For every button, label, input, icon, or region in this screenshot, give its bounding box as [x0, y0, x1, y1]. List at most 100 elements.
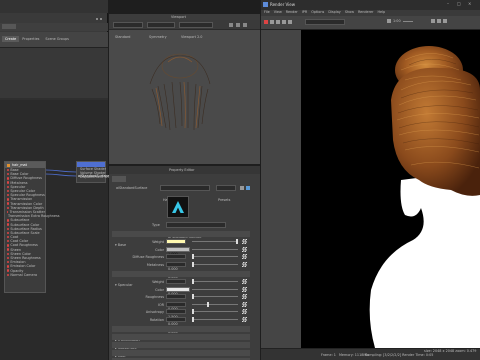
menu-options[interactable]: Options: [311, 10, 324, 14]
type-dropdown[interactable]: ai Standard Surface: [166, 222, 226, 239]
section-base[interactable]: ▾ Base: [112, 231, 250, 247]
dock-icon[interactable]: [96, 18, 98, 20]
tab-scene-groups[interactable]: Scene Groups: [42, 36, 72, 42]
port-connector-icon[interactable]: [6, 227, 9, 230]
one-to-one-icon[interactable]: [443, 19, 447, 23]
map-checker-icon[interactable]: [242, 316, 247, 322]
port-connector-icon[interactable]: [6, 168, 9, 172]
port-connector-icon[interactable]: [6, 244, 9, 247]
sg-port[interactable]: Displacement Shader: [77, 175, 116, 179]
attr-value-field[interactable]: 0.000: [166, 261, 186, 279]
attr-value-field[interactable]: 0.000: [166, 316, 186, 334]
attr-slider[interactable]: [192, 241, 238, 242]
menu-file[interactable]: File: [264, 10, 270, 14]
color-swatch[interactable]: [166, 286, 190, 292]
snapshot-icon[interactable]: [276, 20, 280, 24]
port-connector-icon[interactable]: [6, 231, 9, 235]
map-checker-icon[interactable]: [242, 261, 247, 267]
tab-create[interactable]: Create: [2, 36, 20, 42]
section-sheen[interactable]: ▸ Sheen: [112, 350, 250, 356]
slider-handle[interactable]: [192, 294, 194, 299]
map-checker-icon[interactable]: [242, 301, 247, 307]
attr-value-field[interactable]: 1.500: [166, 301, 186, 319]
port-connector-icon[interactable]: [6, 223, 9, 226]
attr-slider[interactable]: [192, 248, 238, 250]
alpha-icon[interactable]: [437, 19, 441, 23]
attr-value-field[interactable]: 0.000: [166, 294, 186, 311]
port-connector-icon[interactable]: [6, 189, 9, 193]
attr-slider[interactable]: [192, 311, 238, 312]
create-button[interactable]: [2, 24, 16, 29]
menu-help[interactable]: Help: [377, 10, 385, 14]
port-connector-icon[interactable]: [6, 269, 9, 272]
port-connector-icon[interactable]: [6, 177, 9, 180]
section-coat[interactable]: ▸ Coat: [112, 342, 250, 358]
render-icon[interactable]: [264, 20, 268, 24]
slider-handle[interactable]: [192, 254, 194, 259]
rgb-icon[interactable]: [431, 19, 435, 23]
remove-image-icon[interactable]: [288, 20, 292, 24]
menu-renderer[interactable]: Renderer: [358, 10, 373, 14]
attr-slider[interactable]: [192, 318, 238, 320]
port-connector-icon[interactable]: [6, 273, 9, 276]
renderer-dropdown[interactable]: Viewport 2.0: [179, 22, 213, 39]
slider-handle[interactable]: [192, 316, 194, 322]
maximize-button[interactable]: □: [457, 1, 461, 6]
focus-icon[interactable]: [240, 186, 244, 190]
node-port[interactable]: Normal Camera: [5, 273, 45, 277]
color-swatch[interactable]: [166, 246, 190, 252]
attr-slider[interactable]: [192, 281, 238, 282]
port-connector-icon[interactable]: [6, 173, 9, 176]
display-dropdown[interactable]: Standard: [113, 22, 143, 39]
map-checker-icon[interactable]: [242, 309, 247, 314]
port-connector-icon[interactable]: [6, 185, 9, 189]
menu-display[interactable]: Display: [328, 10, 341, 14]
port-connector-icon[interactable]: [6, 261, 9, 264]
slider-handle[interactable]: [192, 261, 194, 267]
zoom-icon[interactable]: [387, 19, 391, 23]
port-connector-icon[interactable]: [6, 206, 9, 209]
camera-icon[interactable]: [229, 23, 233, 27]
port-connector-icon[interactable]: [6, 248, 9, 251]
ipr-icon[interactable]: [270, 20, 274, 24]
attr-slider[interactable]: [192, 263, 238, 265]
renderer-select[interactable]: Arnold Renderer: [305, 19, 345, 36]
section-specular[interactable]: ▾ Specular: [112, 271, 250, 287]
attr-slider[interactable]: [192, 256, 238, 257]
minimize-button[interactable]: –: [447, 1, 449, 6]
section-subsurface[interactable]: ▸ Subsurface: [112, 334, 250, 350]
port-connector-icon[interactable]: [6, 240, 9, 243]
map-checker-icon[interactable]: [242, 246, 247, 252]
section-transmission[interactable]: ▸ Transmission: [112, 326, 250, 342]
slider-handle[interactable]: [236, 239, 238, 244]
close-button[interactable]: ×: [468, 1, 471, 6]
menu-show[interactable]: Show: [345, 10, 354, 14]
port-connector-icon[interactable]: [6, 265, 9, 268]
attr-slider[interactable]: [192, 303, 238, 305]
copy-tab-icon[interactable]: [246, 186, 250, 190]
port-connector-icon[interactable]: [6, 181, 9, 184]
menu-render[interactable]: Render: [286, 10, 298, 14]
port-connector-icon[interactable]: [6, 202, 9, 205]
attr-slider[interactable]: [192, 288, 238, 290]
map-checker-icon[interactable]: [242, 294, 247, 299]
menu-view[interactable]: View: [274, 10, 282, 14]
exposure-slider[interactable]: [402, 20, 413, 22]
port-connector-icon[interactable]: [6, 194, 9, 197]
port-connector-icon[interactable]: [6, 252, 9, 256]
close-icon[interactable]: [100, 18, 102, 20]
attr-slider[interactable]: [192, 296, 238, 297]
attr-value-field[interactable]: 1.000: [166, 239, 186, 256]
map-checker-icon[interactable]: [242, 239, 247, 244]
port-connector-icon[interactable]: [6, 219, 9, 222]
attr-value-field[interactable]: 0.000: [166, 309, 186, 326]
map-checker-icon[interactable]: [242, 254, 247, 259]
tab-properties[interactable]: Properties: [19, 36, 42, 42]
node-name-field[interactable]: Hair: [160, 185, 210, 202]
slider-handle[interactable]: [192, 279, 194, 284]
shader-node-hair[interactable]: hair_mat Base Base Color Diffuse Roughness…: [4, 161, 60, 293]
port-connector-icon[interactable]: [6, 210, 9, 214]
port-connector-icon[interactable]: [6, 198, 9, 201]
symmetry-dropdown[interactable]: Symmetry: [147, 22, 175, 39]
port-connector-icon[interactable]: [6, 256, 9, 260]
